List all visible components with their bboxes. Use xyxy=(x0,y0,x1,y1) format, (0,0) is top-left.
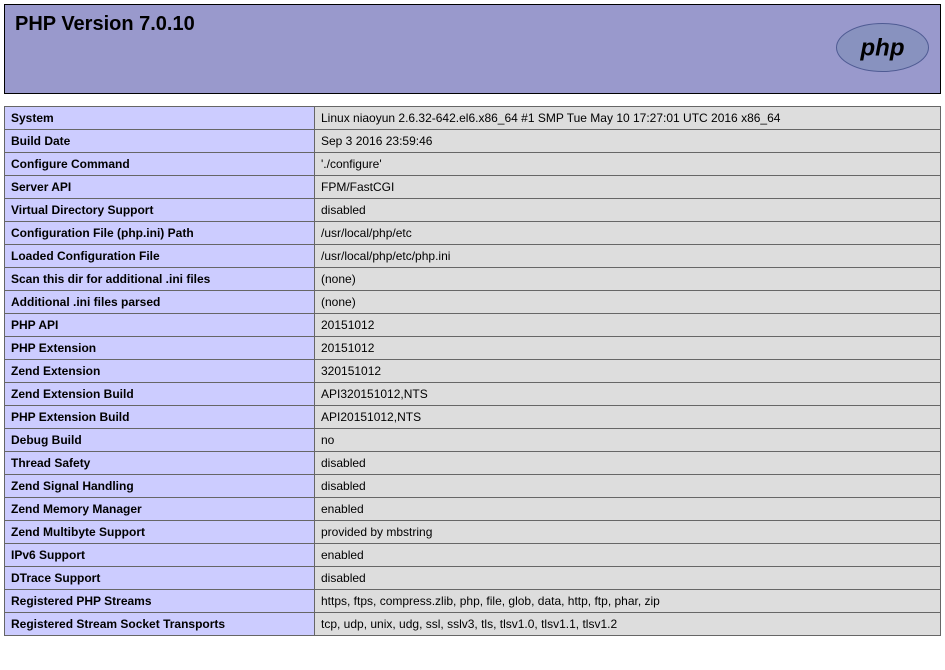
row-label: DTrace Support xyxy=(5,567,315,590)
row-value: API320151012,NTS xyxy=(315,383,941,406)
table-row: Debug Buildno xyxy=(5,429,941,452)
table-row: Build DateSep 3 2016 23:59:46 xyxy=(5,130,941,153)
row-value: disabled xyxy=(315,475,941,498)
row-value: Sep 3 2016 23:59:46 xyxy=(315,130,941,153)
table-row: Scan this dir for additional .ini files(… xyxy=(5,268,941,291)
row-value: API20151012,NTS xyxy=(315,406,941,429)
row-label: PHP Extension Build xyxy=(5,406,315,429)
row-value: 320151012 xyxy=(315,360,941,383)
table-row: Configuration File (php.ini) Path/usr/lo… xyxy=(5,222,941,245)
row-label: Registered PHP Streams xyxy=(5,590,315,613)
table-row: IPv6 Supportenabled xyxy=(5,544,941,567)
info-table: SystemLinux niaoyun 2.6.32-642.el6.x86_6… xyxy=(4,106,941,636)
table-row: Zend Extension BuildAPI320151012,NTS xyxy=(5,383,941,406)
row-value: FPM/FastCGI xyxy=(315,176,941,199)
table-row: SystemLinux niaoyun 2.6.32-642.el6.x86_6… xyxy=(5,107,941,130)
table-row: Zend Multibyte Supportprovided by mbstri… xyxy=(5,521,941,544)
row-value: Linux niaoyun 2.6.32-642.el6.x86_64 #1 S… xyxy=(315,107,941,130)
page-header: PHP Version 7.0.10 php xyxy=(4,4,941,94)
row-value: enabled xyxy=(315,544,941,567)
table-row: Zend Extension320151012 xyxy=(5,360,941,383)
row-label: Build Date xyxy=(5,130,315,153)
row-label: IPv6 Support xyxy=(5,544,315,567)
table-row: Registered Stream Socket Transportstcp, … xyxy=(5,613,941,636)
row-value: provided by mbstring xyxy=(315,521,941,544)
row-label: Virtual Directory Support xyxy=(5,199,315,222)
page-title: PHP Version 7.0.10 xyxy=(15,13,930,36)
table-row: Virtual Directory Supportdisabled xyxy=(5,199,941,222)
row-label: Debug Build xyxy=(5,429,315,452)
row-label: Loaded Configuration File xyxy=(5,245,315,268)
row-label: Configure Command xyxy=(5,153,315,176)
row-label: Registered Stream Socket Transports xyxy=(5,613,315,636)
row-label: Zend Extension xyxy=(5,360,315,383)
row-value: disabled xyxy=(315,199,941,222)
table-row: Configure Command'./configure' xyxy=(5,153,941,176)
row-label: Zend Signal Handling xyxy=(5,475,315,498)
row-label: Server API xyxy=(5,176,315,199)
row-label: Additional .ini files parsed xyxy=(5,291,315,314)
table-row: Zend Signal Handlingdisabled xyxy=(5,475,941,498)
row-label: Scan this dir for additional .ini files xyxy=(5,268,315,291)
table-row: Loaded Configuration File/usr/local/php/… xyxy=(5,245,941,268)
table-row: Server APIFPM/FastCGI xyxy=(5,176,941,199)
row-value: disabled xyxy=(315,567,941,590)
row-value: no xyxy=(315,429,941,452)
table-row: Thread Safetydisabled xyxy=(5,452,941,475)
row-value: https, ftps, compress.zlib, php, file, g… xyxy=(315,590,941,613)
row-label: PHP Extension xyxy=(5,337,315,360)
table-row: Registered PHP Streamshttps, ftps, compr… xyxy=(5,590,941,613)
svg-text:php: php xyxy=(860,35,905,62)
table-row: Zend Memory Managerenabled xyxy=(5,498,941,521)
row-value: './configure' xyxy=(315,153,941,176)
row-label: PHP API xyxy=(5,314,315,337)
row-value: (none) xyxy=(315,291,941,314)
row-label: Zend Multibyte Support xyxy=(5,521,315,544)
php-logo-icon: php xyxy=(835,23,930,76)
table-row: PHP Extension BuildAPI20151012,NTS xyxy=(5,406,941,429)
table-row: DTrace Supportdisabled xyxy=(5,567,941,590)
row-value: enabled xyxy=(315,498,941,521)
table-row: PHP API20151012 xyxy=(5,314,941,337)
row-label: Zend Memory Manager xyxy=(5,498,315,521)
row-value: 20151012 xyxy=(315,314,941,337)
row-value: tcp, udp, unix, udg, ssl, sslv3, tls, tl… xyxy=(315,613,941,636)
row-value: /usr/local/php/etc/php.ini xyxy=(315,245,941,268)
table-row: PHP Extension20151012 xyxy=(5,337,941,360)
table-row: Additional .ini files parsed(none) xyxy=(5,291,941,314)
row-value: /usr/local/php/etc xyxy=(315,222,941,245)
row-value: 20151012 xyxy=(315,337,941,360)
row-label: Configuration File (php.ini) Path xyxy=(5,222,315,245)
row-value: (none) xyxy=(315,268,941,291)
row-label: Thread Safety xyxy=(5,452,315,475)
row-label: Zend Extension Build xyxy=(5,383,315,406)
row-label: System xyxy=(5,107,315,130)
row-value: disabled xyxy=(315,452,941,475)
